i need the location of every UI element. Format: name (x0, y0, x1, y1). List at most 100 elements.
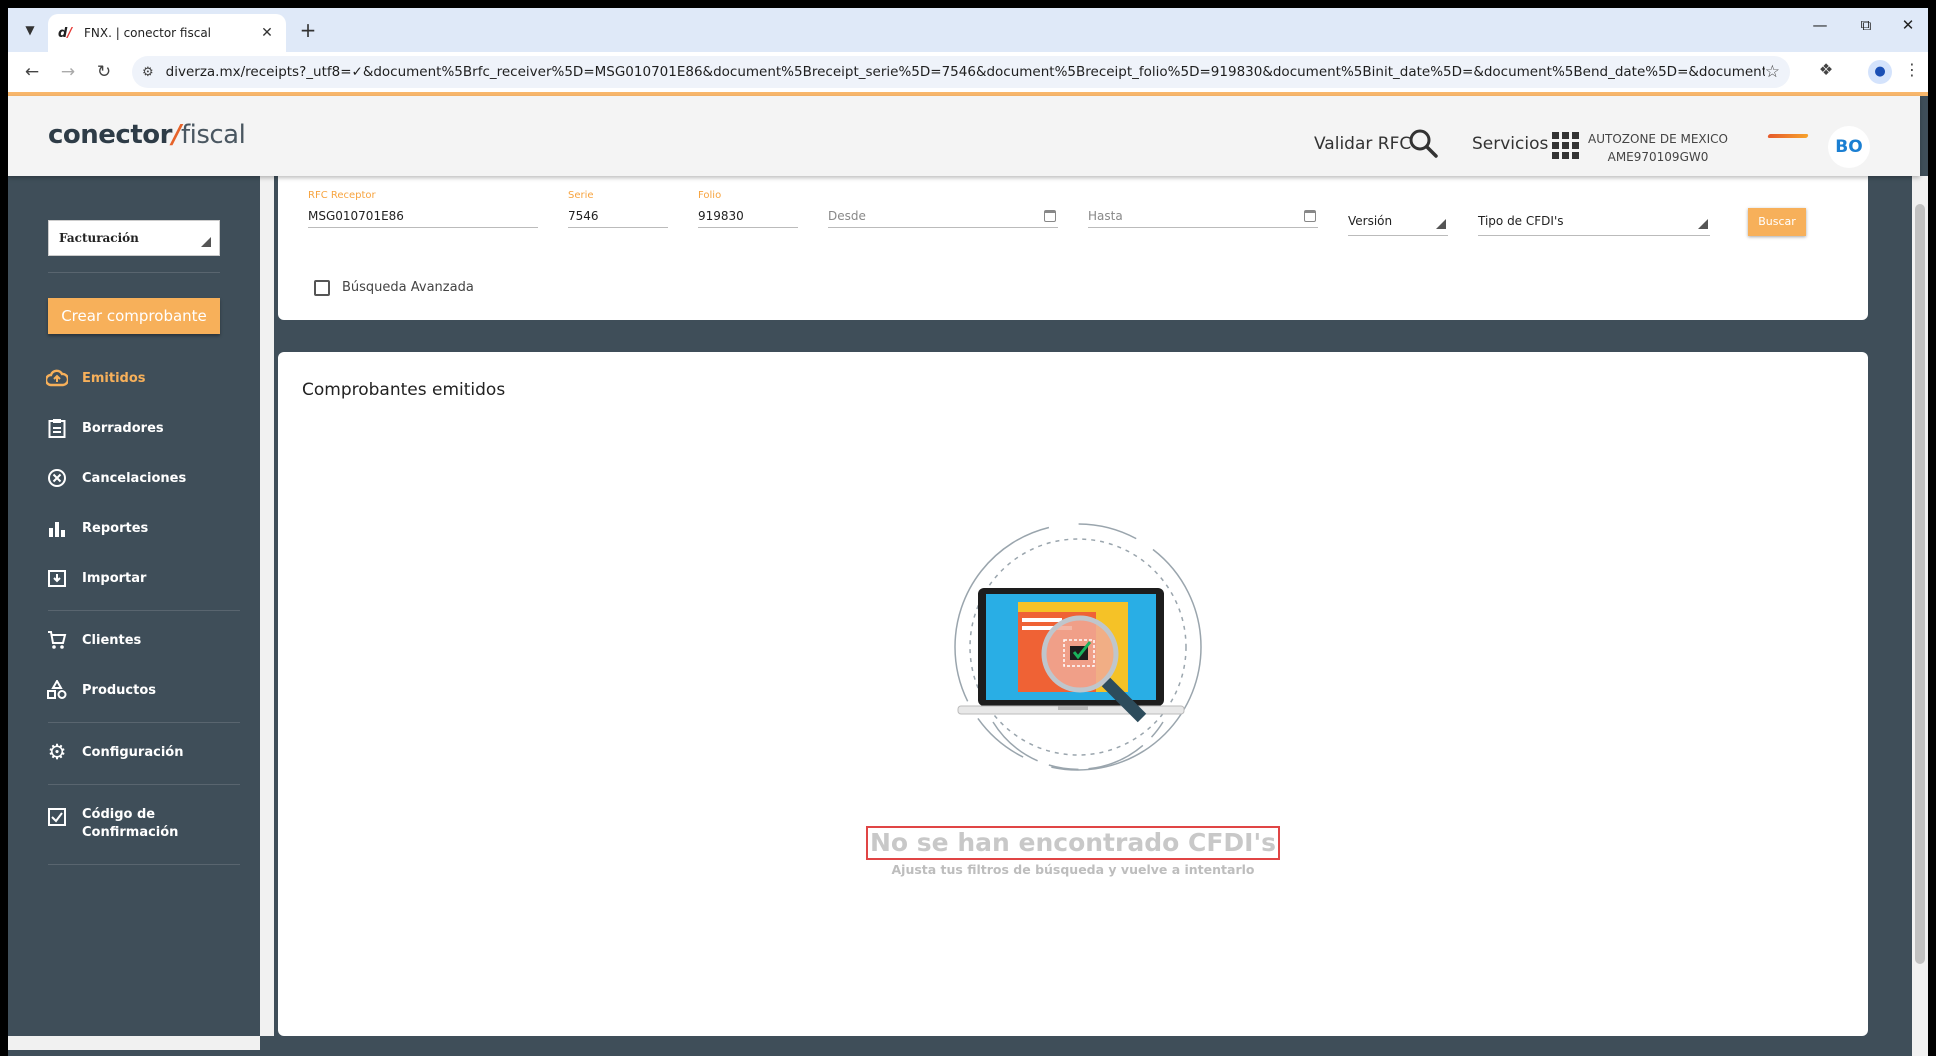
sidebar-item-label: Configuración (82, 744, 184, 760)
import-icon (46, 567, 68, 589)
version-select[interactable]: Versión (1348, 210, 1448, 236)
sidebar-item-productos[interactable]: Productos (46, 678, 156, 702)
clipboard-icon (46, 417, 68, 439)
desde-field[interactable]: Desde (828, 190, 1058, 228)
user-avatar[interactable]: BO (1828, 126, 1870, 168)
bar-chart-icon (46, 517, 68, 539)
serie-label: Serie (568, 190, 594, 201)
products-icon (46, 679, 68, 701)
tipo-cfdi-select[interactable]: Tipo de CFDI's (1478, 210, 1710, 236)
empty-state-subtitle: Ajusta tus filtros de búsqueda y vuelve … (891, 862, 1255, 877)
version-select-value: Versión (1348, 214, 1393, 228)
tab-search-dropdown-icon[interactable]: ▼ (16, 16, 44, 44)
sidebar-item-label: Clientes (82, 632, 142, 648)
browser-window: ▼ d/ FNX. | conector fiscal ✕ + — ⧉ ✕ ← … (8, 8, 1928, 1056)
dropdown-arrow-icon (1698, 219, 1708, 229)
url-text[interactable]: diverza.mx/receipts?_utf8=✓&document%5Br… (166, 64, 1765, 80)
browser-tab[interactable]: d/ FNX. | conector fiscal ✕ (48, 14, 286, 52)
dropdown-arrow-icon (1436, 219, 1446, 229)
results-title: Comprobantes emitidos (302, 380, 506, 400)
dropdown-arrow-icon (201, 237, 211, 247)
results-panel: Comprobantes emitidos No se han encontra… (278, 352, 1868, 1036)
minimize-icon[interactable]: — (1800, 16, 1840, 34)
sidebar-item-reportes[interactable]: Reportes (46, 516, 148, 540)
rfc-receptor-field[interactable]: RFC Receptor MSG010701E86 (308, 190, 538, 228)
rfc-receptor-input[interactable]: MSG010701E86 (308, 204, 538, 228)
sidebar-item-label: Código de Confirmación (82, 807, 179, 840)
rfc-receptor-label: RFC Receptor (308, 190, 376, 201)
sidebar-item-cancelaciones[interactable]: Cancelaciones (46, 466, 186, 490)
favicon-icon: d/ (58, 26, 73, 41)
folio-label: Folio (698, 190, 722, 201)
filter-panel: RFC Receptor MSG010701E86 Serie 7546 Fol… (278, 176, 1868, 320)
company-info: AUTOZONE DE MEXICO AME970109GW0 (1578, 130, 1738, 166)
cloud-upload-icon (46, 367, 68, 389)
new-tab-icon[interactable]: + (296, 18, 320, 42)
divider (48, 272, 220, 273)
tab-strip: ▼ d/ FNX. | conector fiscal ✕ + — ⧉ ✕ (8, 8, 1928, 52)
page-scrollbar[interactable] (1912, 176, 1928, 1056)
cancel-circle-icon (46, 467, 68, 489)
sidebar-item-label: Reportes (82, 520, 149, 536)
company-logo (1767, 134, 1809, 138)
sidebar-scrollbar[interactable] (260, 176, 274, 1036)
validate-rfc-link[interactable]: Validar RFC (1314, 134, 1411, 154)
company-name: AUTOZONE DE MEXICO (1588, 132, 1728, 146)
module-select-value: Facturación (59, 231, 139, 245)
checkbox-icon (46, 806, 68, 828)
menu-kebab-icon[interactable]: ⋮ (1900, 60, 1924, 79)
calendar-icon[interactable] (1044, 210, 1056, 222)
hasta-input[interactable]: Hasta (1088, 204, 1318, 228)
serie-input[interactable]: 7546 (568, 204, 668, 228)
sidebar-item-label: Productos (82, 682, 157, 698)
close-tab-icon[interactable]: ✕ (258, 25, 276, 41)
empty-state-illustration (948, 522, 1208, 772)
module-select[interactable]: Facturación (48, 220, 220, 256)
calendar-icon[interactable] (1304, 210, 1316, 222)
sidebar-item-label: Borradores (82, 420, 164, 436)
close-window-icon[interactable]: ✕ (1888, 16, 1928, 34)
back-icon[interactable]: ← (20, 60, 44, 84)
company-rfc: AME970109GW0 (1607, 150, 1709, 164)
sidebar-item-codigo-confirmacion[interactable]: Código de Confirmación (46, 806, 178, 846)
sidebar-item-label: Emitidos (82, 370, 146, 386)
scrollbar-thumb[interactable] (1915, 204, 1925, 964)
tipo-cfdi-select-value: Tipo de CFDI's (1478, 214, 1564, 228)
sidebar: Facturación Crear comprobante Emitidos B… (8, 176, 274, 1050)
sidebar-item-clientes[interactable]: Clientes (46, 628, 141, 652)
serie-field[interactable]: Serie 7546 (568, 190, 668, 228)
browser-toolbar: ← → ↻ ⚙ diverza.mx/receipts?_utf8=✓&docu… (8, 52, 1928, 92)
profile-icon[interactable]: ● (1868, 60, 1892, 84)
app-logo[interactable]: conector/fiscal (48, 120, 246, 150)
divider (48, 864, 240, 865)
search-icon[interactable] (1408, 128, 1438, 162)
restore-icon[interactable]: ⧉ (1846, 16, 1886, 34)
folio-input[interactable]: 919830 (698, 204, 798, 228)
desde-input[interactable]: Desde (828, 204, 1058, 228)
create-receipt-button[interactable]: Crear comprobante (48, 298, 220, 334)
services-link[interactable]: Servicios (1472, 134, 1548, 154)
extensions-icon[interactable]: ❖ (1814, 60, 1838, 79)
sidebar-item-emitidos[interactable]: Emitidos (46, 366, 146, 390)
apps-grid-icon[interactable] (1552, 132, 1580, 164)
site-info-icon[interactable]: ⚙ (142, 65, 154, 80)
address-bar[interactable]: ⚙ diverza.mx/receipts?_utf8=✓&document%5… (132, 56, 1790, 88)
sidebar-item-label: Cancelaciones (82, 470, 187, 486)
sidebar-horizontal-scrollbar[interactable] (8, 1036, 260, 1050)
advanced-search-checkbox[interactable] (314, 280, 330, 296)
search-button[interactable]: Buscar (1748, 208, 1806, 236)
cart-icon (46, 629, 68, 651)
advanced-search-label[interactable]: Búsqueda Avanzada (342, 280, 474, 295)
reload-icon[interactable]: ↻ (92, 60, 116, 84)
sidebar-item-configuracion[interactable]: ⚙ Configuración (46, 740, 184, 764)
bookmark-star-icon[interactable]: ☆ (1765, 62, 1780, 82)
forward-icon[interactable]: → (56, 60, 80, 84)
folio-field[interactable]: Folio 919830 (698, 190, 798, 228)
gear-icon: ⚙ (47, 740, 67, 764)
empty-state-title: No se han encontrado CFDI's (778, 826, 1368, 860)
sidebar-item-importar[interactable]: Importar (46, 566, 146, 590)
divider (48, 722, 240, 723)
sidebar-item-borradores[interactable]: Borradores (46, 416, 164, 440)
sidebar-item-label: Importar (82, 570, 147, 586)
hasta-field[interactable]: Hasta (1088, 190, 1318, 228)
